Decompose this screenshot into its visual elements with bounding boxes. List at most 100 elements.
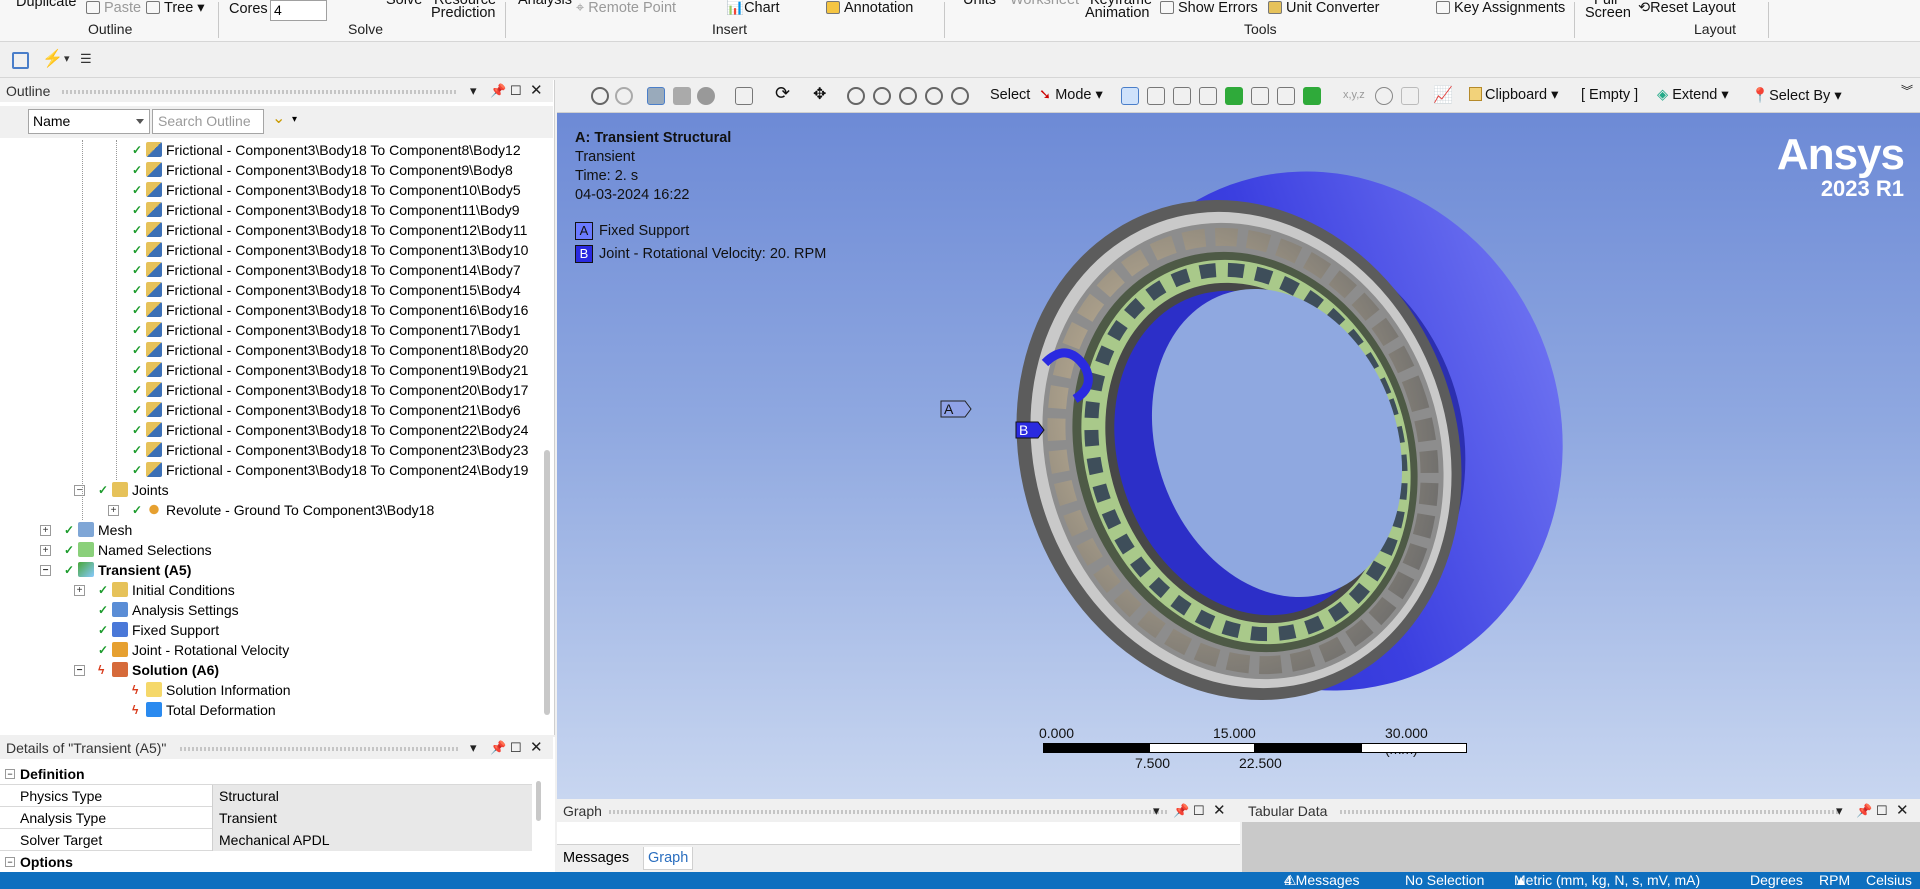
expand-icon[interactable]: +: [40, 525, 51, 536]
name-filter-select[interactable]: Name: [28, 109, 150, 134]
zoom-fit-icon[interactable]: [899, 87, 917, 105]
select-edge-icon[interactable]: [1147, 87, 1165, 105]
tree-item-solution-information[interactable]: ϟ Solution Information: [132, 680, 291, 700]
maximize-icon[interactable]: ☐: [1876, 800, 1888, 822]
worksheet-button[interactable]: Worksheet: [1010, 0, 1079, 9]
remote-point-button[interactable]: ⌖ Remote Point: [576, 0, 676, 17]
select-mesh-icon[interactable]: [1303, 87, 1321, 105]
solve-button[interactable]: Solve: [386, 0, 422, 9]
hide-icon[interactable]: [1401, 87, 1419, 105]
collapse-icon[interactable]: −: [74, 485, 85, 496]
tree-item-transient[interactable]: − ✓ Transient (A5): [40, 560, 191, 580]
tree-item-contact[interactable]: ✓ Frictional - Component3\Body18 To Compo…: [132, 200, 520, 220]
chart-button[interactable]: 📊Chart: [726, 0, 780, 17]
temperature-unit-status[interactable]: Celsius: [1866, 872, 1912, 889]
tree-button[interactable]: Tree ▾: [146, 0, 205, 17]
tree-item-mesh[interactable]: + ✓ Mesh: [40, 520, 132, 540]
maximize-icon[interactable]: ☐: [510, 80, 522, 102]
resource-prediction-line2[interactable]: Prediction: [431, 5, 495, 22]
pin-icon[interactable]: 📌: [490, 737, 506, 759]
box-zoom-icon[interactable]: [873, 87, 891, 105]
select-body-icon[interactable]: [1199, 87, 1217, 105]
tree-item-total-deformation[interactable]: ϟ Total Deformation: [132, 700, 276, 720]
outline-scrollbar[interactable]: [544, 450, 550, 715]
pin-icon[interactable]: 📌: [1856, 800, 1872, 822]
maximize-icon[interactable]: ☐: [1193, 800, 1205, 822]
select-element-icon[interactable]: [1277, 87, 1295, 105]
coordinate-icon[interactable]: x,y,z: [1343, 89, 1365, 101]
select-label[interactable]: Select: [990, 87, 1030, 103]
show-errors-button[interactable]: Show Errors: [1160, 0, 1258, 17]
grip[interactable]: [609, 810, 1169, 814]
tab-graph[interactable]: Graph: [643, 847, 694, 870]
label-icon[interactable]: [1375, 87, 1393, 105]
tree-item-contact[interactable]: ✓ Frictional - Component3\Body18 To Compo…: [132, 180, 521, 200]
zoom-in-icon[interactable]: [591, 87, 609, 105]
collapse-icon[interactable]: −: [74, 665, 85, 676]
pane-menu-icon[interactable]: ▾: [470, 80, 477, 102]
keyframe-animation-line2[interactable]: Animation: [1085, 5, 1149, 22]
tree-item-contact[interactable]: ✓ Frictional - Component3\Body18 To Compo…: [132, 420, 528, 440]
pan-icon[interactable]: ✥: [813, 84, 826, 104]
tab-messages[interactable]: Messages: [563, 847, 629, 869]
tree-item-contact[interactable]: ✓ Frictional - Component3\Body18 To Compo…: [132, 440, 528, 460]
pin-icon[interactable]: 📌: [490, 80, 506, 102]
details-section-options[interactable]: − Options: [0, 851, 532, 873]
close-icon[interactable]: ✕: [530, 737, 543, 759]
filter-chevron-icon[interactable]: ⌄: [272, 108, 285, 128]
key-assignments-button[interactable]: Key Assignments: [1436, 0, 1565, 17]
select-face-icon[interactable]: [1173, 87, 1191, 105]
tree-item-contact[interactable]: ✓ Frictional - Component3\Body18 To Compo…: [132, 160, 513, 180]
grip[interactable]: [1340, 810, 1840, 814]
expand-icon[interactable]: +: [74, 585, 85, 596]
annotation-button[interactable]: Annotation: [826, 0, 913, 17]
tree-item-initial-conditions[interactable]: + ✓ Initial Conditions: [74, 580, 235, 600]
pane-menu-icon[interactable]: ▾: [1836, 800, 1843, 822]
toolbar-overflow-icon[interactable]: ︾: [1901, 82, 1913, 99]
chevron-down-icon[interactable]: ▾: [64, 52, 70, 65]
tree-item-contact[interactable]: ✓ Frictional - Component3\Body18 To Compo…: [132, 320, 521, 340]
tree-item-contact[interactable]: ✓ Frictional - Component3\Body18 To Compo…: [132, 360, 528, 380]
select-by-button[interactable]: 📍Select By ▾: [1751, 87, 1842, 104]
tree-item-fixed-support[interactable]: ✓ Fixed Support: [98, 620, 219, 640]
close-icon[interactable]: ✕: [1213, 800, 1226, 822]
cores-input[interactable]: 4: [270, 0, 327, 21]
maximize-icon[interactable]: ☐: [510, 737, 522, 759]
tree-item-solution[interactable]: − ϟ Solution (A6): [74, 660, 219, 680]
mode-button[interactable]: ➘ Mode ▾: [1039, 87, 1103, 103]
property-value[interactable]: Mechanical APDL: [212, 829, 532, 851]
clipboard-button[interactable]: Clipboard ▾: [1469, 87, 1558, 103]
tree-item-contact[interactable]: ✓ Frictional - Component3\Body18 To Compo…: [132, 220, 527, 240]
details-row[interactable]: Physics Type Structural: [0, 785, 532, 807]
tree-item-contact[interactable]: ✓ Frictional - Component3\Body18 To Compo…: [132, 240, 528, 260]
tree-item-contact[interactable]: ✓ Frictional - Component3\Body18 To Compo…: [132, 140, 521, 160]
rpm-unit-status[interactable]: RPM: [1819, 872, 1850, 889]
graphics-viewport[interactable]: A: Transient Structural Transient Time: …: [557, 113, 1920, 799]
tree-item-analysis-settings[interactable]: ✓ Analysis Settings: [98, 600, 239, 620]
details-row[interactable]: Solver Target Mechanical APDL: [0, 829, 532, 851]
tree-item-revolute[interactable]: + ✓ Revolute - Ground To Component3\Body18: [108, 500, 434, 520]
angle-unit-status[interactable]: Degrees: [1750, 872, 1803, 889]
duplicate-button[interactable]: Duplicate: [16, 0, 76, 11]
zoom-previous-icon[interactable]: [951, 87, 969, 105]
rotate-icon[interactable]: ⟳: [775, 83, 790, 104]
pane-menu-icon[interactable]: ▾: [470, 737, 477, 759]
tree-item-joint-rotational-velocity[interactable]: ✓ Joint - Rotational Velocity: [98, 640, 289, 660]
tree-item-contact[interactable]: ✓ Frictional - Component3\Body18 To Compo…: [132, 280, 521, 300]
customize-icon[interactable]: ☰: [80, 51, 92, 67]
close-icon[interactable]: ✕: [1896, 800, 1909, 822]
units-button[interactable]: Units: [963, 0, 996, 9]
expand-icon[interactable]: +: [108, 505, 119, 516]
tree-item-contact[interactable]: ✓ Frictional - Component3\Body18 To Compo…: [132, 260, 521, 280]
paste-button[interactable]: Paste: [86, 0, 141, 17]
analysis-button[interactable]: Analysis: [518, 0, 572, 9]
zoom-icon[interactable]: [847, 87, 865, 105]
shaded-view-icon[interactable]: [647, 87, 665, 105]
tree-item-contact[interactable]: ✓ Frictional - Component3\Body18 To Compo…: [132, 380, 528, 400]
collapse-icon[interactable]: −: [40, 565, 51, 576]
tree-item-joints[interactable]: − ✓ Joints: [74, 480, 169, 500]
details-scrollbar[interactable]: [536, 781, 541, 821]
pin-icon[interactable]: 📌: [1173, 800, 1189, 822]
search-outline-input[interactable]: Search Outline: [152, 109, 264, 134]
property-value[interactable]: Structural: [212, 785, 532, 807]
